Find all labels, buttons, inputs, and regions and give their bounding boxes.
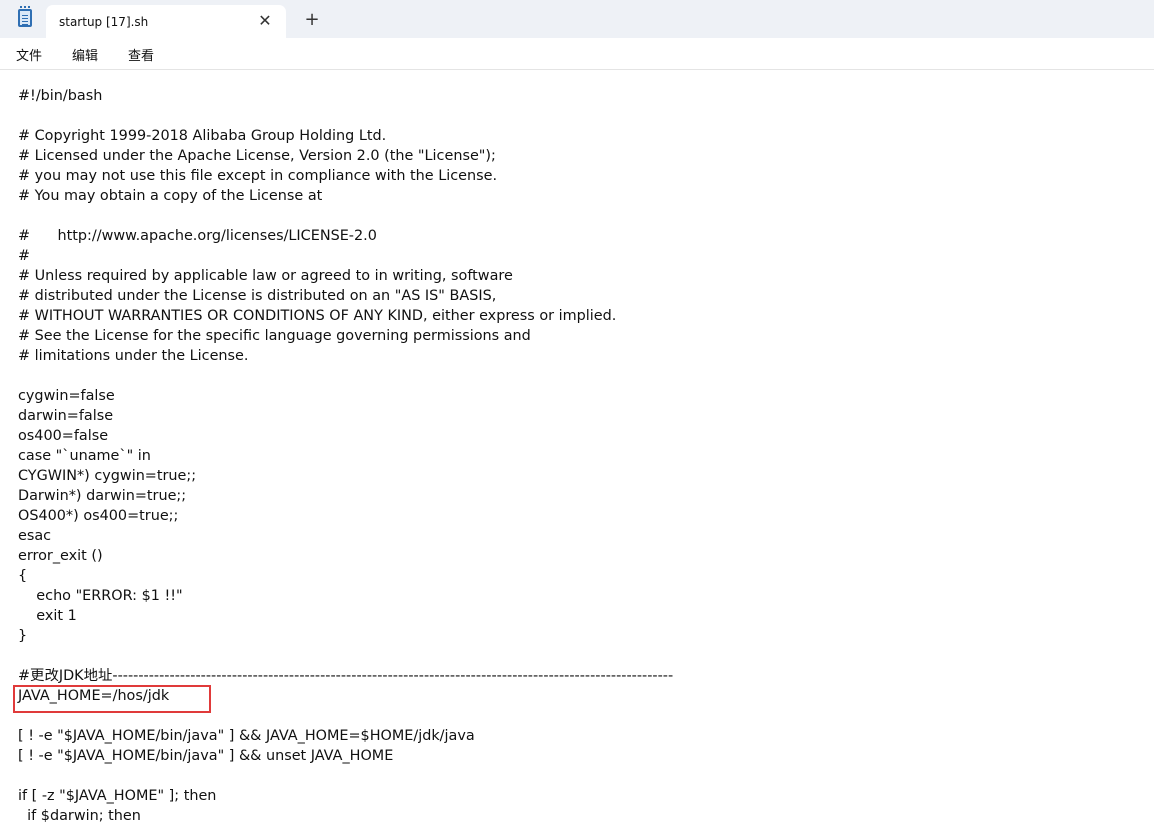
editor-line[interactable]: echo "ERROR: $1 !!" — [18, 586, 182, 606]
new-tab-button[interactable]: + — [300, 8, 324, 32]
title-bar: startup [17].sh ✕ + — [0, 0, 1154, 38]
editor-line[interactable]: OS400*) os400=true;; — [18, 506, 178, 526]
editor-line[interactable]: JAVA_HOME=/hos/jdk — [18, 686, 169, 706]
editor-line[interactable]: # limitations under the License. — [18, 346, 248, 366]
editor-line[interactable]: #!/bin/bash — [18, 86, 102, 106]
tab-title: startup [17].sh — [59, 15, 149, 29]
editor-line[interactable]: } — [18, 626, 27, 646]
editor-line[interactable]: { — [18, 566, 27, 586]
editor-line[interactable]: case "`uname`" in — [18, 446, 151, 466]
editor-line[interactable]: # See the License for the specific langu… — [18, 326, 531, 346]
text-editor[interactable]: #!/bin/bash # Copyright 1999-2018 Alibaba… — [0, 70, 1154, 828]
editor-line[interactable]: # you may not use this file except in co… — [18, 166, 497, 186]
editor-line[interactable]: exit 1 — [18, 606, 77, 626]
menu-item-file[interactable]: 文件 — [16, 45, 42, 64]
editor-line[interactable]: # You may obtain a copy of the License a… — [18, 186, 322, 206]
menu-bar: 文件 编辑 查看 — [0, 38, 1154, 70]
editor-line[interactable]: # — [18, 246, 30, 266]
editor-line[interactable]: if $darwin; then — [18, 806, 141, 826]
editor-line[interactable]: if [ -z "$JAVA_HOME" ]; then — [18, 786, 216, 806]
editor-line[interactable]: [ ! -e "$JAVA_HOME/bin/java" ] && JAVA_H… — [18, 726, 475, 746]
notepad-icon — [18, 6, 32, 27]
editor-line[interactable]: # Licensed under the Apache License, Ver… — [18, 146, 496, 166]
editor-line[interactable]: # Copyright 1999-2018 Alibaba Group Hold… — [18, 126, 386, 146]
editor-line[interactable]: # http://www.apache.org/licenses/LICENSE… — [18, 226, 377, 246]
editor-line[interactable]: os400=false — [18, 426, 108, 446]
editor-line[interactable]: esac — [18, 526, 51, 546]
editor-line[interactable]: Darwin*) darwin=true;; — [18, 486, 186, 506]
editor-line[interactable]: # WITHOUT WARRANTIES OR CONDITIONS OF AN… — [18, 306, 616, 326]
editor-line[interactable]: #更改JDK地址--------------------------------… — [18, 666, 673, 686]
tab-startup-sh[interactable]: startup [17].sh ✕ — [46, 5, 286, 38]
close-icon[interactable]: ✕ — [254, 10, 276, 32]
editor-line[interactable]: CYGWIN*) cygwin=true;; — [18, 466, 196, 486]
editor-line[interactable]: darwin=false — [18, 406, 113, 426]
editor-line[interactable]: cygwin=false — [18, 386, 115, 406]
editor-line[interactable]: # distributed under the License is distr… — [18, 286, 496, 306]
menu-item-edit[interactable]: 编辑 — [72, 45, 98, 64]
menu-item-view[interactable]: 查看 — [128, 45, 154, 64]
editor-line[interactable]: error_exit () — [18, 546, 103, 566]
editor-line[interactable]: [ ! -e "$JAVA_HOME/bin/java" ] && unset … — [18, 746, 393, 766]
editor-line[interactable]: # Unless required by applicable law or a… — [18, 266, 513, 286]
